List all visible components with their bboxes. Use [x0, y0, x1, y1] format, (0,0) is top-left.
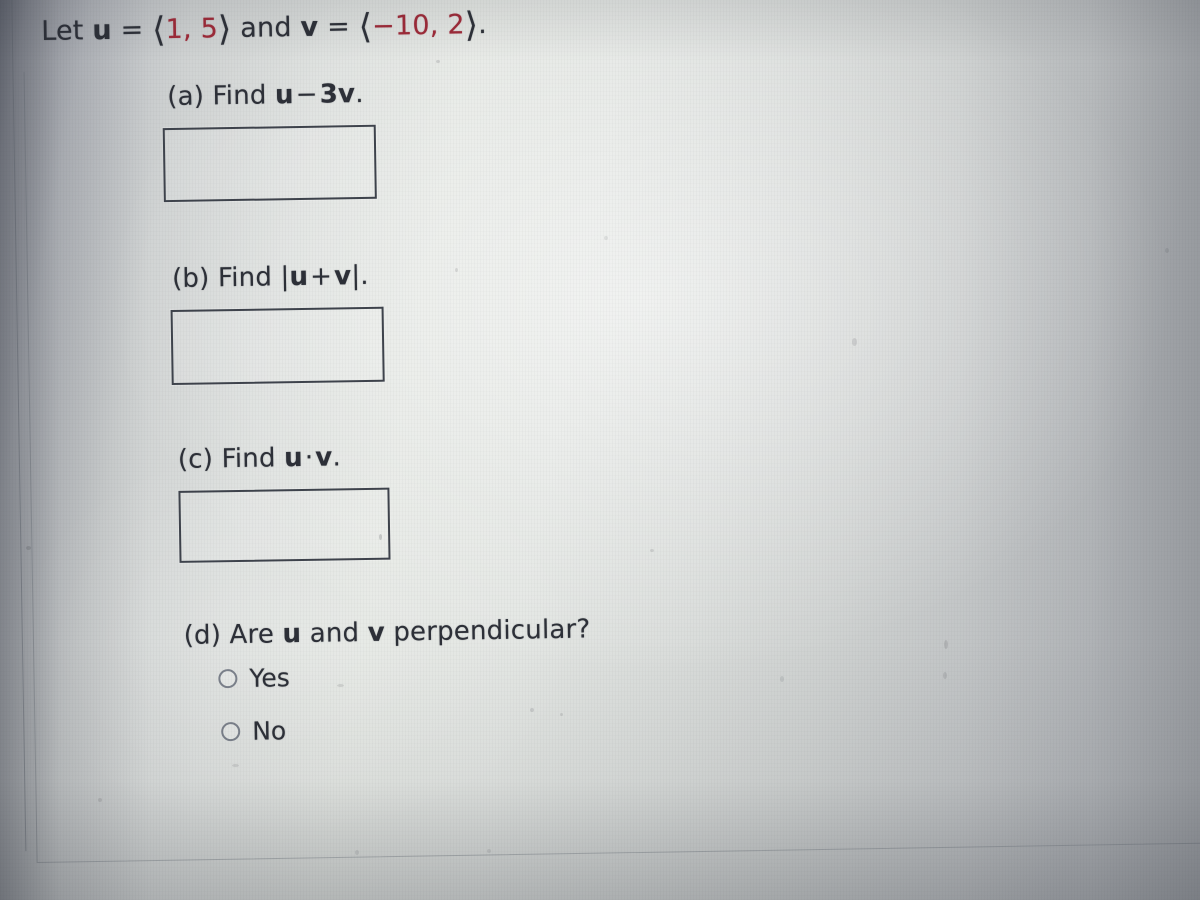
- problem-content: Let u = ⟨1, 5⟩ and v = ⟨−10, 2⟩. (a) Fin…: [0, 0, 1200, 900]
- part-a-verb: Find: [212, 80, 267, 112]
- part-d-question-mid: and: [309, 618, 360, 649]
- part-b-answer-input[interactable]: [170, 306, 385, 386]
- part-b-verb: Find: [217, 262, 273, 294]
- part-c-operand-2: v: [315, 442, 333, 473]
- radio-yes-label: Yes: [249, 663, 290, 693]
- angle-bracket-close-u: ⟩: [217, 9, 232, 50]
- part-b-operand-2: v: [333, 261, 352, 292]
- part-a-operand-1: u: [274, 80, 295, 111]
- part-c-period: .: [332, 442, 342, 473]
- part-a-answer-input[interactable]: [162, 124, 377, 203]
- angle-bracket-open-u: ⟨: [151, 10, 166, 51]
- and-word: and: [240, 12, 292, 44]
- vector-u-y: 5: [200, 13, 219, 45]
- problem-statement: Let u = ⟨1, 5⟩ and v = ⟨−10, 2⟩.: [40, 5, 488, 51]
- vector-u-comma: ,: [182, 13, 201, 45]
- vector-v-comma: ,: [429, 9, 448, 41]
- part-d-question: (d) Are u and v perpendicular?: [183, 614, 590, 650]
- radio-no-label: No: [251, 716, 287, 746]
- vector-v-symbol: v: [300, 11, 319, 43]
- part-c-question: (c) Find u·v.: [178, 442, 341, 475]
- equals-sign-v: =: [326, 11, 351, 43]
- vector-v-x: −10: [371, 9, 430, 42]
- part-d-vector-v: v: [367, 617, 386, 648]
- radio-yes-icon[interactable]: [218, 669, 238, 689]
- part-b-period: .: [360, 260, 369, 292]
- part-d-question-prefix: Are: [229, 619, 275, 651]
- part-a-question: (a) Find u−3v.: [167, 79, 364, 112]
- statement-period: .: [477, 9, 488, 41]
- part-b-operator: +: [309, 261, 333, 292]
- part-c-answer-input[interactable]: [178, 487, 391, 563]
- part-b-expression: |u+v|.: [280, 261, 369, 292]
- radio-no-icon[interactable]: [221, 721, 241, 742]
- part-a-label: (a): [166, 81, 205, 113]
- equals-sign-u: =: [120, 14, 144, 46]
- part-a-operand-2: 3v: [319, 79, 356, 110]
- part-a-operator: −: [295, 79, 319, 111]
- vector-v-y: 2: [447, 9, 465, 41]
- radio-option-yes[interactable]: Yes: [218, 663, 290, 693]
- vector-u-x: 1: [165, 13, 184, 46]
- part-b-label: (b): [171, 263, 210, 294]
- part-b-operand-1: u: [289, 261, 309, 293]
- angle-bracket-open-v: ⟨: [358, 6, 373, 48]
- part-d-label: (d): [183, 620, 222, 651]
- part-a-period: .: [354, 78, 364, 110]
- part-c-verb: Find: [221, 443, 276, 475]
- part-b-question: (b) Find |u+v|.: [172, 261, 369, 294]
- part-c-operator: ·: [304, 442, 314, 473]
- part-c-expression: u·v.: [284, 442, 341, 473]
- part-d-question-suffix: perpendicular?: [393, 614, 591, 648]
- let-word: Let: [40, 15, 84, 48]
- radio-option-no[interactable]: No: [221, 716, 286, 746]
- angle-bracket-close-v: ⟩: [464, 5, 479, 46]
- vector-u-symbol: u: [92, 14, 113, 47]
- part-c-operand-1: u: [283, 442, 304, 474]
- screen-photo-surface: Let u = ⟨1, 5⟩ and v = ⟨−10, 2⟩. (a) Fin…: [0, 0, 1200, 900]
- part-d-vector-u: u: [282, 619, 302, 650]
- part-a-expression: u−3v.: [275, 79, 364, 110]
- part-c-label: (c): [177, 444, 214, 475]
